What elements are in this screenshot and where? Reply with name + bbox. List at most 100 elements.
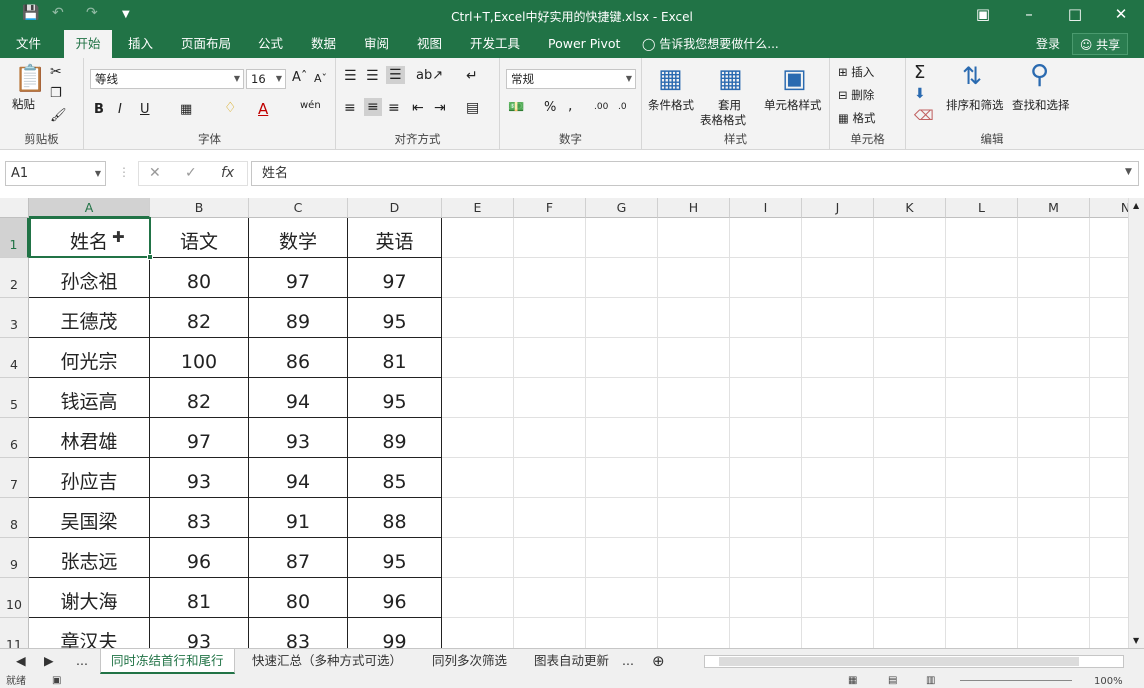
page-layout-view-icon[interactable]: ▤	[888, 675, 897, 686]
empty-cell[interactable]	[1090, 298, 1128, 338]
close-button[interactable]: ✕	[1098, 3, 1144, 27]
row-header[interactable]: 3	[0, 298, 29, 338]
empty-cell[interactable]	[1018, 578, 1090, 618]
empty-cell[interactable]	[730, 538, 802, 578]
row-header[interactable]: 4	[0, 338, 29, 378]
italic-icon[interactable]: I	[118, 102, 122, 117]
table-cell[interactable]: 82	[150, 298, 249, 338]
decrease-indent-icon[interactable]: ⇤	[412, 100, 424, 116]
conditional-format-button[interactable]: 条件格式	[648, 97, 694, 113]
tab-formulas[interactable]: 公式	[252, 30, 289, 58]
column-header[interactable]: A	[29, 198, 150, 218]
empty-cell[interactable]	[442, 378, 514, 418]
table-cell[interactable]: 89	[348, 418, 442, 458]
horizontal-scrollbar[interactable]	[704, 655, 1124, 668]
tab-home[interactable]: 开始	[64, 30, 112, 58]
cell-styles-button[interactable]: 单元格样式	[764, 97, 822, 113]
row-header[interactable]: 5	[0, 378, 29, 418]
empty-cell[interactable]	[1090, 418, 1128, 458]
empty-cell[interactable]	[946, 538, 1018, 578]
tab-file[interactable]: 文件	[10, 30, 47, 58]
empty-cell[interactable]	[1090, 378, 1128, 418]
empty-cell[interactable]	[442, 218, 514, 258]
empty-cell[interactable]	[514, 258, 586, 298]
format-table-line2[interactable]: 表格格式	[700, 112, 746, 128]
empty-cell[interactable]	[658, 258, 730, 298]
table-cell[interactable]: 91	[249, 498, 348, 538]
number-format-select[interactable]: 常规 ▼	[506, 69, 636, 89]
empty-cell[interactable]	[586, 218, 658, 258]
insert-function-icon[interactable]: fx	[221, 162, 234, 185]
empty-cell[interactable]	[1090, 618, 1128, 648]
delete-cells-button[interactable]: ⊟ 删除	[838, 87, 874, 103]
table-cell[interactable]: 80	[249, 578, 348, 618]
empty-cell[interactable]	[730, 218, 802, 258]
tab-review[interactable]: 审阅	[358, 30, 395, 58]
table-cell[interactable]: 王德茂	[29, 298, 150, 338]
enter-icon[interactable]: ✓	[185, 162, 197, 185]
empty-cell[interactable]	[586, 418, 658, 458]
empty-cell[interactable]	[946, 498, 1018, 538]
worksheet-grid[interactable]: A B C D E F G H I J K L M N 1 姓名 语文 数学 英语 2 孙念祖 80 97 97 3 王德茂 82 8…	[0, 198, 1128, 648]
row-header[interactable]: 8	[0, 498, 29, 538]
search-icon[interactable]: ⚲	[1030, 60, 1049, 90]
empty-cell[interactable]	[1018, 218, 1090, 258]
empty-cell[interactable]	[730, 258, 802, 298]
font-color-icon[interactable]: A	[258, 100, 268, 118]
empty-cell[interactable]	[514, 538, 586, 578]
sort-filter-button[interactable]: 排序和筛选	[946, 97, 1004, 113]
active-cell-selection[interactable]	[29, 217, 153, 260]
empty-cell[interactable]	[442, 538, 514, 578]
sheet-tab[interactable]: 同列多次筛选	[422, 649, 517, 674]
empty-cell[interactable]	[586, 578, 658, 618]
cut-icon[interactable]: ✂	[50, 64, 62, 80]
table-cell[interactable]: 82	[150, 378, 249, 418]
orientation-icon[interactable]: ab↗	[416, 68, 443, 83]
page-break-view-icon[interactable]: ▥	[926, 675, 935, 686]
empty-cell[interactable]	[442, 458, 514, 498]
empty-cell[interactable]	[802, 338, 874, 378]
empty-cell[interactable]	[730, 298, 802, 338]
tab-data[interactable]: 数据	[305, 30, 342, 58]
column-header[interactable]: H	[658, 198, 730, 218]
name-box[interactable]: A1 ▼	[5, 161, 106, 186]
table-header-cell[interactable]: 数学	[249, 218, 348, 258]
column-header[interactable]: J	[802, 198, 874, 218]
empty-cell[interactable]	[658, 218, 730, 258]
fill-color-icon[interactable]: ♢	[224, 100, 237, 116]
empty-cell[interactable]	[658, 538, 730, 578]
sheet-tab-active[interactable]: 同时冻结首行和尾行	[100, 649, 235, 674]
insert-cells-button[interactable]: ⊞ 插入	[838, 64, 874, 80]
empty-cell[interactable]	[874, 538, 946, 578]
align-bottom-icon[interactable]: ☰	[386, 66, 405, 84]
empty-cell[interactable]	[442, 258, 514, 298]
sort-filter-icon[interactable]: ⇅	[962, 62, 982, 90]
table-cell[interactable]: 81	[150, 578, 249, 618]
empty-cell[interactable]	[1018, 298, 1090, 338]
table-cell[interactable]: 83	[150, 498, 249, 538]
vertical-scrollbar[interactable]: ▲ ▼	[1128, 198, 1144, 648]
column-header[interactable]: N	[1090, 198, 1128, 218]
tab-page-layout[interactable]: 页面布局	[175, 30, 237, 58]
empty-cell[interactable]	[802, 578, 874, 618]
zoom-level[interactable]: 100%	[1094, 676, 1123, 688]
formula-input[interactable]: 姓名	[251, 161, 1139, 186]
minimize-button[interactable]: –	[1006, 3, 1052, 27]
table-cell[interactable]: 94	[249, 458, 348, 498]
empty-cell[interactable]	[874, 618, 946, 648]
table-cell[interactable]: 张志远	[29, 538, 150, 578]
empty-cell[interactable]	[802, 618, 874, 648]
row-header[interactable]: 7	[0, 458, 29, 498]
table-header-cell[interactable]: 语文	[150, 218, 249, 258]
table-cell[interactable]: 钱运高	[29, 378, 150, 418]
empty-cell[interactable]	[946, 458, 1018, 498]
add-sheet-icon[interactable]: ⊕	[648, 649, 669, 674]
normal-view-icon[interactable]: ▦	[848, 675, 857, 686]
empty-cell[interactable]	[730, 618, 802, 648]
underline-icon[interactable]: U	[140, 102, 150, 117]
empty-cell[interactable]	[586, 618, 658, 648]
empty-cell[interactable]	[730, 338, 802, 378]
empty-cell[interactable]	[514, 418, 586, 458]
empty-cell[interactable]	[874, 258, 946, 298]
table-cell[interactable]: 99	[348, 618, 442, 648]
